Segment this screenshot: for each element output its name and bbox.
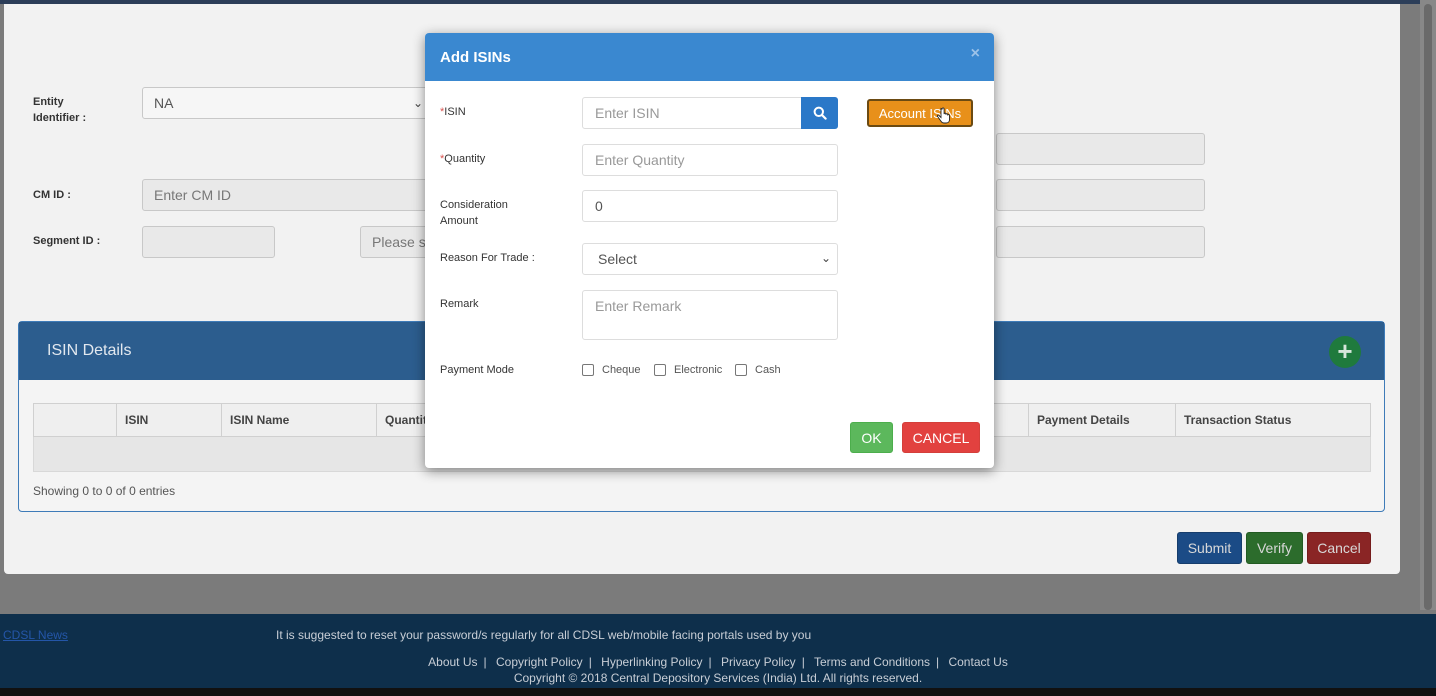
copyright-text: Copyright © 2018 Central Depository Serv… (513, 671, 923, 685)
reason-for-trade-label: Reason For Trade : (440, 252, 535, 264)
footer-link-about[interactable]: About Us (428, 655, 477, 669)
footer-link-hyperlinking[interactable]: Hyperlinking Policy (601, 655, 702, 669)
add-isins-modal: Add ISINs × *ISIN Enter ISIN Account ISI… (425, 33, 994, 468)
quantity-placeholder: Enter Quantity (595, 152, 685, 168)
checkbox-cash[interactable] (735, 364, 747, 376)
hand-cursor-icon (937, 107, 950, 124)
reason-for-trade-value: Select (598, 251, 637, 267)
remark-label: Remark (440, 298, 479, 310)
bottom-bar (0, 688, 1436, 696)
remark-placeholder: Enter Remark (595, 298, 682, 314)
entity-identifier-label: Entity Identifier : (33, 96, 87, 124)
close-icon[interactable]: × (971, 45, 980, 63)
payment-option-cash-label: Cash (755, 364, 781, 376)
segment-select[interactable]: Please s (360, 226, 432, 258)
isin-label-text: ISIN (444, 106, 466, 118)
table-info: Showing 0 to 0 of 0 entries (33, 484, 176, 498)
payment-option-electronic[interactable]: Electronic (654, 364, 722, 376)
consideration-amount-value: 0 (595, 198, 603, 214)
isin-label: *ISIN (440, 106, 466, 118)
cm-id-input[interactable]: Enter CM ID (142, 179, 432, 211)
quantity-input[interactable]: Enter Quantity (582, 144, 838, 176)
column-header-payment-details[interactable]: Payment Details (1028, 403, 1176, 437)
ok-button[interactable]: OK (850, 422, 893, 453)
isin-placeholder: Enter ISIN (595, 105, 660, 121)
add-isin-plus-button[interactable]: + (1329, 336, 1361, 368)
verify-button[interactable]: Verify (1246, 532, 1303, 564)
account-isins-button[interactable]: Account ISINs (867, 99, 973, 127)
isin-input[interactable]: Enter ISIN (582, 97, 802, 129)
segment-id-label: Segment ID : (33, 235, 101, 247)
column-header-isin-name[interactable]: ISIN Name (221, 403, 377, 437)
footer-links: About Us | Copyright Policy | Hyperlinking… (428, 655, 1008, 669)
segment-select-placeholder: Please s (372, 234, 426, 250)
background-field-1[interactable] (996, 133, 1205, 165)
remark-textarea[interactable]: Enter Remark (582, 290, 838, 340)
footer-link-terms[interactable]: Terms and Conditions (814, 655, 930, 669)
cm-id-placeholder: Enter CM ID (154, 187, 232, 203)
search-icon (813, 106, 827, 120)
consideration-amount-label: Consideration Amount (440, 199, 508, 227)
column-header-select (33, 403, 117, 437)
consideration-amount-input[interactable]: 0 (582, 190, 838, 222)
footer-link-contact[interactable]: Contact Us (948, 655, 1007, 669)
entity-identifier-select[interactable]: NA ⌄ (142, 87, 432, 119)
modal-title: Add ISINs (440, 48, 511, 66)
checkbox-electronic[interactable] (654, 364, 666, 376)
quantity-label-text: Quantity (444, 153, 486, 165)
cancel-page-button[interactable]: Cancel (1307, 532, 1371, 564)
column-header-isin[interactable]: ISIN (116, 403, 222, 437)
chevron-down-icon: ⌄ (412, 96, 423, 110)
payment-mode-label: Payment Mode (440, 364, 514, 376)
checkbox-cheque[interactable] (582, 364, 594, 376)
cm-id-label: CM ID : (33, 189, 71, 201)
footer-link-privacy[interactable]: Privacy Policy (721, 655, 796, 669)
isin-details-title: ISIN Details (47, 342, 132, 359)
footer-link-copyright[interactable]: Copyright Policy (496, 655, 583, 669)
background-field-2[interactable] (996, 179, 1205, 211)
submit-button[interactable]: Submit (1177, 532, 1242, 564)
modal-cancel-button[interactable]: CANCEL (902, 422, 980, 453)
isin-search-button[interactable] (801, 97, 838, 129)
segment-id-input[interactable] (142, 226, 275, 258)
chevron-down-icon: ⌄ (820, 251, 831, 265)
reason-for-trade-select[interactable]: Select ⌄ (582, 243, 838, 275)
payment-option-electronic-label: Electronic (674, 364, 723, 376)
quantity-label: *Quantity (440, 153, 486, 165)
cdsl-news-link[interactable]: CDSL News (3, 628, 68, 642)
payment-option-cash[interactable]: Cash (735, 364, 781, 376)
payment-option-cheque-label: Cheque (602, 364, 641, 376)
modal-header: Add ISINs × (425, 33, 994, 81)
column-header-transaction-status[interactable]: Transaction Status (1175, 403, 1371, 437)
payment-option-cheque[interactable]: Cheque (582, 364, 641, 376)
entity-identifier-value: NA (154, 95, 174, 111)
news-ticker: It is suggested to reset your password/s… (276, 628, 812, 642)
scrollbar-thumb[interactable] (1424, 4, 1432, 610)
background-field-3[interactable] (996, 226, 1205, 258)
